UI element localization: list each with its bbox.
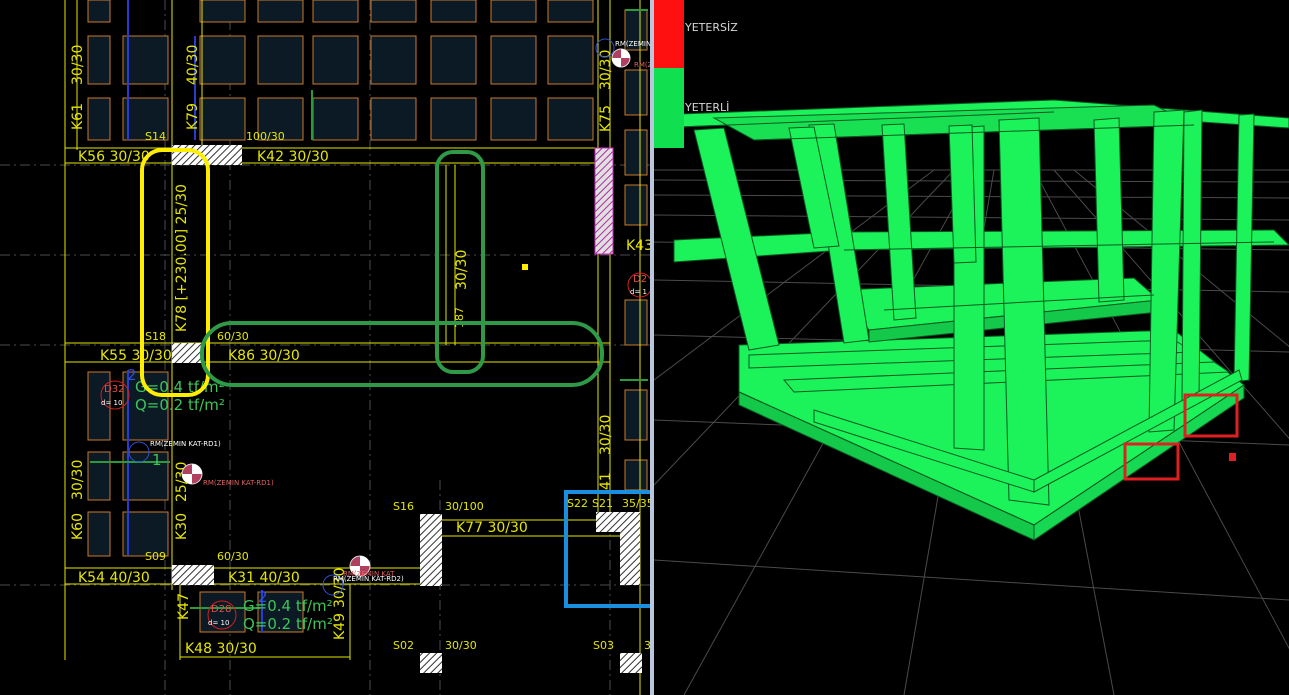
legend-insufficient-swatch [654,0,684,68]
rm-symbol-1 [611,48,631,68]
workspace: K56 30/30 K42 30/30 K55 30/30 K86 30/30 … [0,0,1289,695]
slab-mark-2b: 2 [258,588,268,606]
beam-k79-label: K79 [185,103,201,130]
beam-k61-size: 30/30 [70,45,86,85]
slab-d2x-label: D2 [633,274,647,285]
column-s09-label: S09 [145,550,166,563]
beam-k54-label: K54 40/30 [78,570,150,586]
beam-k31-label: K31 40/30 [228,570,300,586]
rm-tag-2: RM(ZEMIN KAT-RD2) [333,575,404,583]
slab-d2x-thickness: d= 1 [630,288,647,296]
column-s09[interactable] [172,565,214,585]
beam-k41-size: 30/30 [598,415,614,455]
slab-mark-1a: 1 [152,451,162,469]
plan-view[interactable]: K56 30/30 K42 30/30 K55 30/30 K86 30/30 … [0,0,652,695]
column-s16-size: 30/100 [445,500,484,513]
slab-load-q2: Q=0.2 tf/m² [243,615,333,633]
column-s14-size: 100/30 [246,130,285,143]
column-s09-size: 60/30 [217,550,249,563]
beam-k61-label: K61 [70,103,86,130]
beam-k60-label: K60 [70,513,86,540]
column-s02-size: 30/30 [445,639,477,652]
column-s03-label: S03 [593,639,614,652]
column-s21-size: 35/35 [622,497,652,510]
column-s03[interactable] [620,653,642,673]
beam-k47-label: K47 [176,593,192,620]
rm-tag-1b: RM(ZEMIN KAT-RD1) [203,479,274,487]
slab-mark-2a: 2 [127,366,137,384]
beam-k78-label: K78 [+230.00] 25/30 [174,184,190,332]
legend-sufficient-swatch [654,68,684,148]
beam-k77-label: K77 30/30 [456,520,528,536]
column-s22-label: S22 [567,497,588,510]
slab-load-g2: G=0.4 tf/m² [243,597,333,615]
legend-sufficient-label: YETERLİ [684,101,729,114]
beam-k30-label: K30 [174,513,190,540]
column-k75-edge[interactable] [594,147,614,255]
column-s02-label: S02 [393,639,414,652]
beam-mid-vertical-size: 30/30 [454,250,470,290]
beam-k49-label: K49 [332,613,348,640]
column-s14-label: S14 [145,130,166,143]
column-s02[interactable] [420,653,442,673]
rm-symbol-2 [181,463,203,485]
column-s18-label: S18 [145,330,166,343]
beam-k55-label: K55 30/30 [100,348,172,364]
selection-point [522,264,528,270]
beam-k56-label: K56 30/30 [78,149,150,165]
rm-tag-1: RM(ZEMIN KAT-RD1) [150,440,221,448]
slab-d32-thickness: d= 10 [101,399,122,407]
3d-view[interactable]: YETERSİZ YETERLİ [654,0,1289,695]
beam-k41-label: 41 [598,472,614,490]
legend-insufficient-label: YETERSİZ [684,21,738,34]
beam-k42-label: K42 30/30 [257,149,329,165]
column-s16-label: S16 [393,500,414,513]
beam-k79-size: 40/30 [185,45,201,85]
beam-k86-label: K86 30/30 [228,348,300,364]
slab-d28-thickness: d= 10 [208,619,229,627]
beam-k60-size: 30/30 [70,460,86,500]
rm-tag-3: RM(ZEMIN [615,40,651,48]
slab-load-q1: Q=0.2 tf/m² [135,396,225,414]
beam-k48-label: K48 30/30 [185,641,257,657]
column-s18[interactable] [172,343,202,363]
column-s16[interactable] [420,514,442,586]
slab-d32-label: D32 [104,384,124,395]
beam-k75-label: K75 [598,105,614,132]
slab-d28-label: D28 [211,604,231,615]
failure-marker [1229,453,1236,461]
beam-k43-label: K43 [626,238,652,254]
column-s21-label: S21 [592,497,613,510]
column-s18-size: 60/30 [217,330,249,343]
